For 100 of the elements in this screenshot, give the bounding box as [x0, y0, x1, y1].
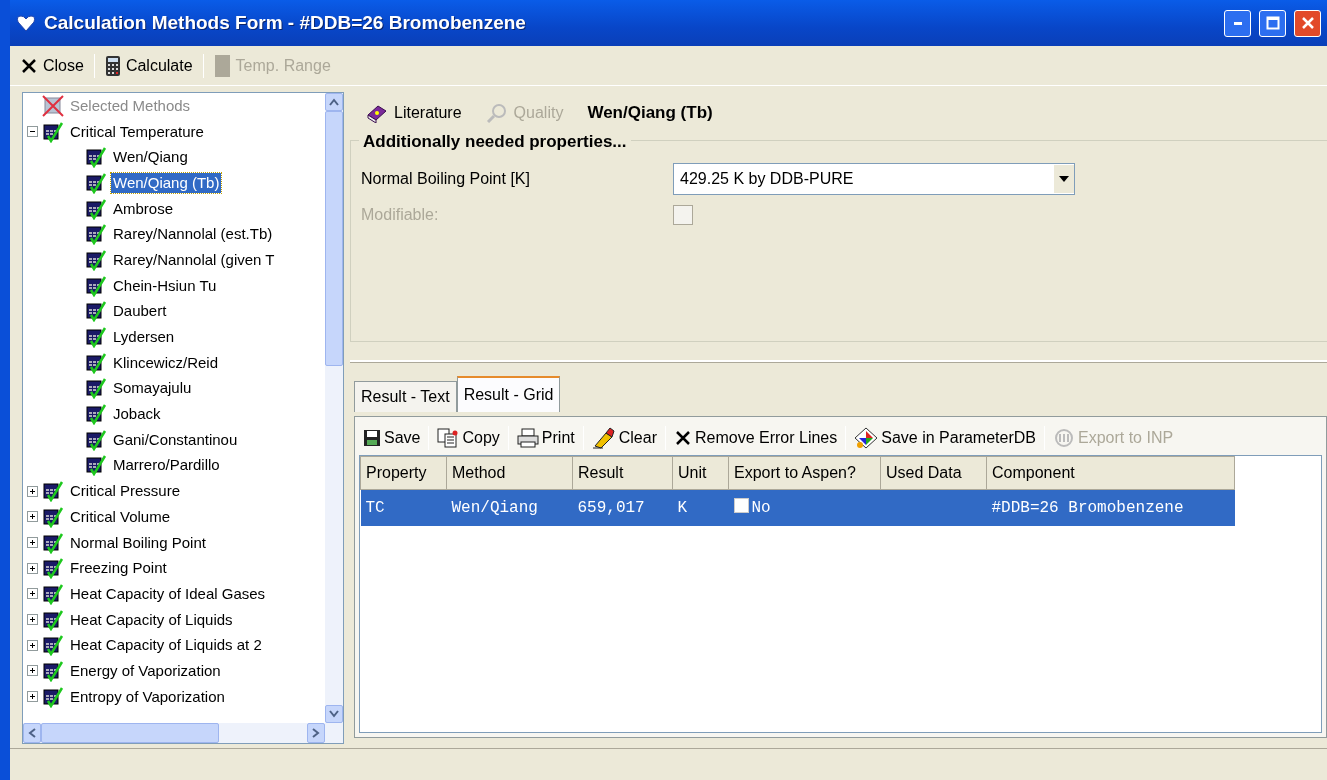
- calculator-check-icon: [42, 505, 64, 528]
- tree-item[interactable]: Critical Pressure: [68, 481, 183, 502]
- column-header[interactable]: Unit: [672, 456, 729, 490]
- column-header[interactable]: Property: [360, 456, 447, 490]
- expand-toggle-icon[interactable]: [27, 562, 38, 574]
- column-header[interactable]: Component: [986, 456, 1235, 490]
- tree-item[interactable]: Heat Capacity of Ideal Gases: [68, 583, 268, 604]
- scroll-right-button[interactable]: [307, 723, 325, 743]
- tree-item[interactable]: Rarey/Nannolal (est.Tb): [111, 224, 275, 245]
- expand-toggle-icon[interactable]: [27, 485, 38, 497]
- dropdown-arrow-icon: [1059, 175, 1069, 182]
- tree-item[interactable]: Ambrose: [111, 198, 176, 219]
- calculator-check-icon: [85, 197, 107, 220]
- magnifier-icon: [485, 102, 508, 123]
- toolbar-button[interactable]: Copy: [433, 424, 504, 452]
- toolbar-button[interactable]: Literature: [366, 100, 462, 125]
- tab[interactable]: Result - Grid: [456, 376, 561, 412]
- minimize-button[interactable]: [1224, 9, 1251, 37]
- calculator-check-icon: [42, 685, 64, 708]
- close-icon: [1300, 16, 1315, 30]
- close-button[interactable]: [1294, 9, 1321, 37]
- method-name: Wen/Qiang (Tb): [587, 102, 713, 124]
- maximize-icon: [1265, 16, 1280, 30]
- table-cell: K: [677, 499, 688, 517]
- tree-item[interactable]: Freezing Point: [68, 558, 169, 579]
- close-icon: [673, 429, 692, 447]
- toolbar-button[interactable]: Save in ParameterDB: [850, 424, 1040, 452]
- crossed-box-icon: [42, 94, 64, 117]
- calculator-check-icon: [85, 454, 107, 477]
- close-icon: [20, 56, 38, 75]
- colorful-diamond-icon: [854, 427, 879, 449]
- calculator-check-icon: [85, 300, 107, 323]
- tree-item[interactable]: Critical Volume: [68, 506, 173, 527]
- expand-toggle-icon[interactable]: [27, 537, 38, 549]
- tree-item[interactable]: Somayajulu: [111, 378, 194, 399]
- column-header[interactable]: Method: [446, 456, 573, 490]
- checkbox[interactable]: [733, 498, 749, 513]
- scrollbar-thumb[interactable]: [41, 723, 219, 743]
- tree-item[interactable]: Gani/Constantinou: [111, 429, 240, 450]
- minimize-icon: [1233, 21, 1242, 25]
- expand-toggle-icon[interactable]: [27, 691, 38, 703]
- tree-item[interactable]: Energy of Vaporization: [68, 660, 223, 681]
- calculator-check-icon: [85, 377, 107, 400]
- window-title: Calculation Methods Form - #DDB=26 Bromobenzene: [44, 10, 527, 35]
- calculator-check-icon: [42, 659, 64, 682]
- toolbar-button[interactable]: Calculate: [100, 51, 197, 80]
- tree-item[interactable]: Klincewicz/Reid: [111, 352, 221, 373]
- tree-item[interactable]: Critical Temperature: [68, 121, 206, 142]
- tree-item[interactable]: Entropy of Vaporization: [68, 686, 227, 707]
- expand-toggle-icon[interactable]: [27, 639, 38, 651]
- scrollbar-thumb[interactable]: [325, 111, 343, 366]
- column-header[interactable]: Result: [572, 456, 673, 490]
- tree-item[interactable]: Lydersen: [111, 327, 177, 348]
- table-row[interactable]: TC Wen/Qiang 659,017 K No #DDB=26 Bromobenzene: [360, 489, 1235, 526]
- toolbar-button[interactable]: Remove Error Lines: [669, 424, 842, 452]
- calculator-check-icon: [85, 248, 107, 271]
- expand-toggle-icon[interactable]: [27, 588, 38, 600]
- toolbar-button[interactable]: Save: [359, 424, 425, 452]
- collapse-toggle-icon[interactable]: [27, 126, 38, 138]
- export-icon: [1053, 428, 1075, 448]
- calculator-check-icon: [85, 428, 107, 451]
- tree-item[interactable]: Joback: [111, 404, 163, 425]
- column-header[interactable]: Export to Aspen?: [728, 456, 881, 490]
- calculator-check-icon: [42, 480, 64, 503]
- expand-toggle-icon[interactable]: [27, 665, 38, 677]
- eraser-icon: [591, 427, 616, 449]
- tree-item[interactable]: Chein-Hsiun Tu: [111, 275, 219, 296]
- calculator-check-icon: [85, 351, 107, 374]
- toolbar-button[interactable]: Print: [512, 424, 579, 452]
- scroll-up-button[interactable]: [325, 93, 343, 111]
- calculator-check-icon: [85, 223, 107, 246]
- scroll-left-button[interactable]: [23, 723, 41, 743]
- calculator-check-icon: [42, 120, 64, 143]
- range-bar-icon: [213, 53, 231, 78]
- tree-item[interactable]: Normal Boiling Point: [68, 532, 208, 553]
- field-label: Normal Boiling Point [K]: [361, 168, 531, 189]
- expand-toggle-icon[interactable]: [27, 614, 38, 626]
- scroll-down-button[interactable]: [325, 705, 343, 723]
- tree-item[interactable]: Heat Capacity of Liquids: [68, 609, 235, 630]
- table-cell: TC: [365, 499, 385, 517]
- maximize-button[interactable]: [1259, 9, 1286, 37]
- calculator-check-icon: [42, 608, 64, 631]
- checkbox-label: Modifiable:: [361, 204, 440, 225]
- tree-item[interactable]: Daubert: [111, 301, 169, 322]
- tree-item[interactable]: Heat Capacity of Liquids at 2: [68, 635, 264, 656]
- heart-icon: [16, 14, 36, 32]
- tab[interactable]: Result - Text: [354, 381, 457, 412]
- expand-toggle-icon[interactable]: [27, 511, 38, 523]
- calculator-check-icon: [85, 326, 107, 349]
- printer-icon: [516, 428, 539, 448]
- toolbar-button[interactable]: Close: [16, 51, 88, 80]
- calculator-check-icon: [85, 146, 107, 169]
- tree-item[interactable]: Wen/Qiang: [111, 147, 190, 168]
- tree-item[interactable]: Rarey/Nannolal (given T: [111, 249, 277, 270]
- tree-item[interactable]: Wen/Qiang (Tb): [111, 172, 222, 193]
- tree-item[interactable]: Marrero/Pardillo: [111, 455, 222, 476]
- calculator-check-icon: [42, 634, 64, 657]
- column-header[interactable]: Used Data: [880, 456, 987, 490]
- calculator-icon: [104, 54, 121, 77]
- toolbar-button[interactable]: Clear: [587, 424, 661, 452]
